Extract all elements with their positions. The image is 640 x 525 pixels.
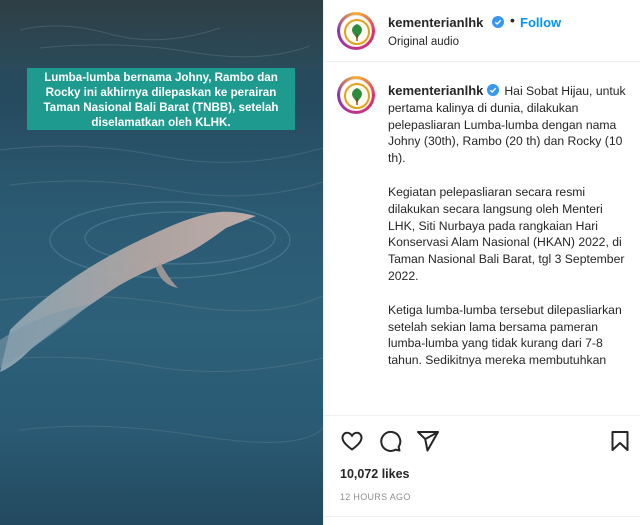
avatar[interactable]	[337, 76, 375, 114]
divider	[324, 516, 640, 517]
verified-badge-icon	[487, 84, 500, 96]
header-username[interactable]: kementerianlhk	[388, 15, 483, 30]
klhk-logo-icon	[342, 81, 371, 110]
post-caption: kementerianlhk Hai Sobat Hijau, untuk per…	[388, 83, 633, 386]
caption-username[interactable]: kementerianlhk	[388, 83, 483, 98]
caption-paragraph: Kegiatan pelepasliaran secara resmi dila…	[388, 184, 625, 283]
avatar[interactable]	[337, 12, 375, 50]
post-media[interactable]: Lumba-lumba bernama Johny, Rambo dan Roc…	[0, 0, 323, 525]
comments-section[interactable]: kementerianlhk Hai Sobat Hijau, untuk per…	[324, 63, 640, 413]
comment-icon[interactable]	[378, 429, 402, 453]
heart-icon[interactable]	[340, 429, 364, 453]
klhk-logo-icon	[342, 17, 371, 46]
post-panel: kementerianlhk • Follow Original audio k…	[323, 0, 640, 525]
post-actions: 10,072 likes 12 HOURS AGO	[324, 415, 640, 519]
header-username-row: kementerianlhk	[388, 14, 504, 32]
post-header: kementerianlhk • Follow Original audio	[324, 0, 640, 62]
video-caption-overlay: Lumba-lumba bernama Johny, Rambo dan Roc…	[27, 68, 295, 130]
original-audio-link[interactable]: Original audio	[388, 36, 459, 48]
bookmark-icon[interactable]	[608, 429, 632, 453]
caption-paragraph: kementerianlhk Hai Sobat Hijau, untuk per…	[388, 83, 633, 167]
separator-dot: •	[510, 12, 515, 28]
share-icon[interactable]	[416, 429, 440, 453]
caption-paragraph: Ketiga lumba-lumba tersebut dilepasliark…	[388, 302, 622, 368]
post-timestamp: 12 HOURS AGO	[340, 492, 411, 502]
follow-button[interactable]: Follow	[520, 15, 561, 30]
likes-count[interactable]: 10,072 likes	[340, 467, 410, 481]
verified-badge-icon	[491, 16, 504, 28]
